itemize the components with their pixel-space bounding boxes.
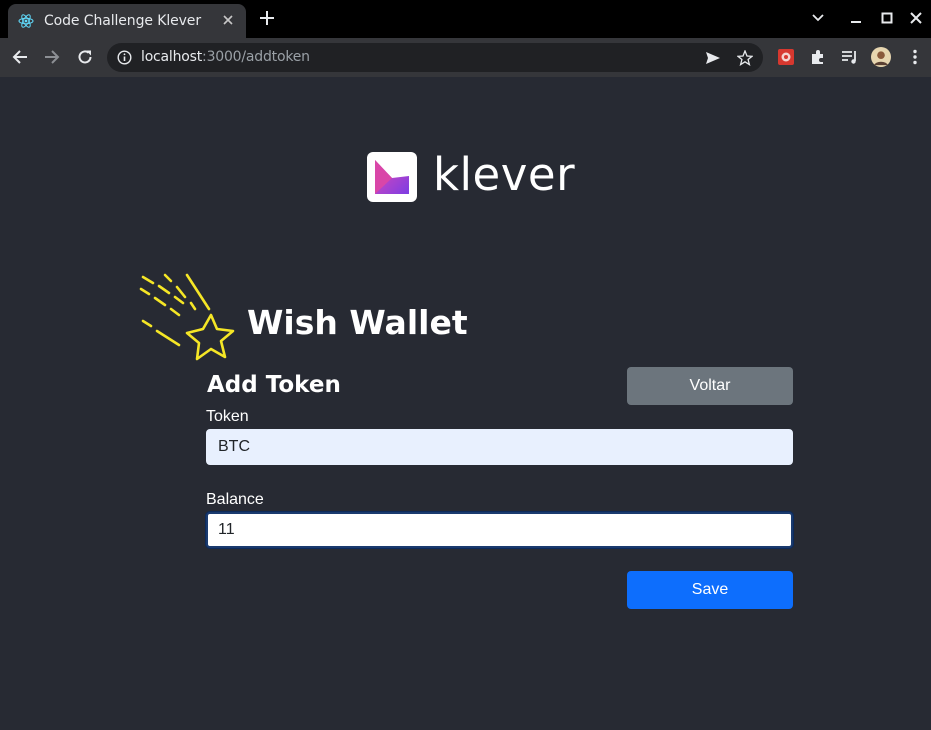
balance-input[interactable]: 11 — [206, 512, 793, 548]
address-bar[interactable]: localhost:3000/addtoken — [107, 43, 763, 72]
back-arrow-icon[interactable] — [9, 46, 31, 68]
url-path: :3000/addtoken — [202, 49, 310, 65]
balance-label: Balance — [206, 491, 264, 508]
tab-search-chevron-icon[interactable] — [810, 10, 826, 26]
back-button[interactable]: Voltar — [627, 367, 793, 405]
tab-close-icon[interactable] — [220, 13, 236, 29]
page-content: klever Wish Wallet Add Token Voltar Toke… — [0, 77, 931, 730]
browser-tab-strip: Code Challenge Klever — [0, 0, 931, 38]
site-info-icon[interactable] — [116, 49, 133, 66]
save-button[interactable]: Save — [627, 571, 793, 609]
url-host: localhost — [141, 49, 203, 65]
react-favicon-icon — [18, 13, 34, 29]
browser-toolbar: localhost:3000/addtoken — [0, 38, 931, 77]
shooting-star-icon — [139, 273, 235, 372]
url-text: localhost:3000/addtoken — [141, 49, 310, 65]
minimize-icon[interactable] — [848, 10, 864, 26]
close-window-icon[interactable] — [908, 10, 924, 26]
profile-avatar[interactable] — [871, 47, 891, 67]
tab-title: Code Challenge Klever — [44, 13, 201, 29]
browser-menu-icon[interactable] — [905, 47, 925, 67]
klever-logo-icon — [367, 152, 417, 202]
klever-logo-text: klever — [433, 148, 576, 201]
send-to-devices-icon[interactable] — [704, 49, 721, 66]
reload-icon[interactable] — [74, 46, 96, 68]
form-title: Add Token — [207, 372, 341, 398]
new-tab-icon[interactable] — [258, 10, 276, 28]
bookmark-star-icon[interactable] — [736, 49, 753, 66]
wallet-title: Wish Wallet — [247, 303, 468, 342]
token-label: Token — [206, 408, 249, 425]
forward-arrow-icon[interactable] — [41, 46, 63, 68]
extensions-puzzle-icon[interactable] — [808, 47, 828, 67]
media-playlist-icon[interactable] — [840, 47, 860, 67]
token-input[interactable]: BTC — [206, 429, 793, 465]
extension-red-icon[interactable] — [776, 47, 796, 67]
maximize-icon[interactable] — [879, 10, 895, 26]
browser-tab[interactable]: Code Challenge Klever — [8, 4, 246, 38]
